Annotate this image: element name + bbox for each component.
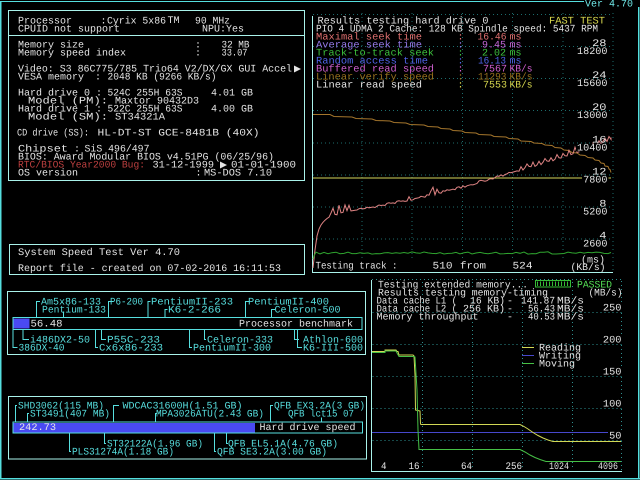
svg-text:242.73: 242.73: [19, 423, 56, 434]
svg-text:Moving: Moving: [539, 359, 575, 371]
svg-text:2048 KB (9266 KB/s): 2048 KB (9266 KB/s): [108, 72, 217, 84]
svg-text::: :: [196, 169, 202, 180]
svg-text:Memory throughput: Memory throughput: [377, 312, 479, 324]
svg-text:15600: 15600: [577, 79, 608, 90]
svg-text:4096: 4096: [598, 462, 618, 473]
svg-text:16: 16: [409, 462, 420, 473]
svg-text:ST3491(407 MB): ST3491(407 MB): [30, 409, 110, 421]
svg-text:64: 64: [461, 462, 472, 473]
svg-text:K6-III-500: K6-III-500: [303, 344, 363, 355]
svg-text:18200: 18200: [577, 47, 608, 58]
svg-text:NPU:Yes: NPU:Yes: [202, 25, 244, 36]
svg-text:150: 150: [603, 368, 622, 379]
svg-text:(KB/s): (KB/s): [571, 262, 606, 274]
svg-text:1024: 1024: [549, 462, 569, 473]
svg-text:System Speed Test Ver 4.70: System Speed Test Ver 4.70: [18, 247, 180, 259]
svg-text:TM: TM: [168, 16, 180, 27]
svg-text:250: 250: [603, 304, 622, 315]
svg-text:PentiumII-300: PentiumII-300: [193, 343, 271, 355]
svg-text:100: 100: [603, 400, 622, 411]
svg-text:OS version: OS version: [18, 168, 78, 180]
svg-text:MB/s: MB/s: [557, 312, 584, 324]
svg-text:13000: 13000: [577, 111, 608, 122]
svg-text:56.48: 56.48: [31, 320, 63, 331]
svg-text:MPA3026ATU(2.43 GB): MPA3026ATU(2.43 GB): [156, 409, 264, 421]
svg-text:PLS31274A(1.18 GB): PLS31274A(1.18 GB): [72, 447, 174, 459]
svg-text:-: -: [507, 313, 513, 324]
svg-text:Celeron-500: Celeron-500: [275, 305, 341, 317]
svg-text:Ver 4.70: Ver 4.70: [585, 0, 633, 11]
svg-text:CD drive (SS):: CD drive (SS):: [17, 128, 89, 140]
svg-text:from: from: [460, 261, 486, 273]
svg-text:MS-DOS 7.10: MS-DOS 7.10: [204, 169, 272, 180]
svg-text:Processor benchmark: Processor benchmark: [239, 319, 353, 331]
svg-text:QFB lct15 07: QFB lct15 07: [288, 409, 354, 421]
svg-text:4.01 GB: 4.01 GB: [211, 89, 253, 100]
svg-text:7800: 7800: [583, 175, 607, 186]
svg-text:2600: 2600: [583, 240, 607, 251]
svg-text:524: 524: [513, 262, 533, 273]
svg-text:Cx6x86-233: Cx6x86-233: [99, 344, 163, 355]
svg-text:10400: 10400: [577, 143, 608, 154]
svg-text:4.00 GB: 4.00 GB: [211, 105, 253, 116]
svg-text:Pentium-133: Pentium-133: [42, 305, 106, 317]
svg-text:(MB/s): (MB/s): [589, 288, 623, 300]
svg-text:P6-200: P6-200: [110, 298, 143, 309]
svg-text:Hard drive speed: Hard drive speed: [260, 422, 356, 434]
svg-text:7553: 7553: [483, 81, 507, 92]
svg-text:Report file - created on 07-02: Report file - created on 07-02-2016 16:1…: [18, 263, 281, 275]
svg-text:HL-DT-ST GCE-8481B (40X): HL-DT-ST GCE-8481B (40X): [98, 128, 260, 140]
svg-text:510: 510: [433, 262, 453, 273]
svg-text:ST34321A: ST34321A: [115, 113, 165, 124]
svg-text:256: 256: [506, 462, 523, 473]
svg-text:200: 200: [603, 336, 622, 347]
svg-text:Memory speed index: Memory speed index: [18, 48, 126, 60]
svg-text:QFB SE3.2A(3.00 GB): QFB SE3.2A(3.00 GB): [217, 447, 327, 459]
svg-text:Linear read speed: Linear read speed: [316, 80, 422, 92]
svg-text:Testing track :: Testing track :: [316, 261, 398, 273]
svg-text:CPUID not support: CPUID not support: [18, 25, 120, 36]
svg-text:386DX-40: 386DX-40: [19, 344, 65, 355]
svg-text:KB/s: KB/s: [510, 80, 533, 92]
svg-text:VESA memory: VESA memory: [18, 73, 84, 84]
svg-text:4: 4: [381, 462, 387, 473]
svg-text:Model (SM):: Model (SM):: [28, 112, 108, 124]
svg-text:K6-2-266: K6-2-266: [168, 306, 221, 317]
svg-text:5200: 5200: [583, 208, 607, 219]
svg-text:40.53: 40.53: [528, 313, 555, 324]
svg-text::: :: [95, 73, 101, 84]
svg-text::: :: [458, 81, 464, 92]
svg-text:50: 50: [609, 432, 621, 443]
svg-text:33.07: 33.07: [222, 49, 248, 60]
svg-text::: :: [195, 49, 201, 60]
